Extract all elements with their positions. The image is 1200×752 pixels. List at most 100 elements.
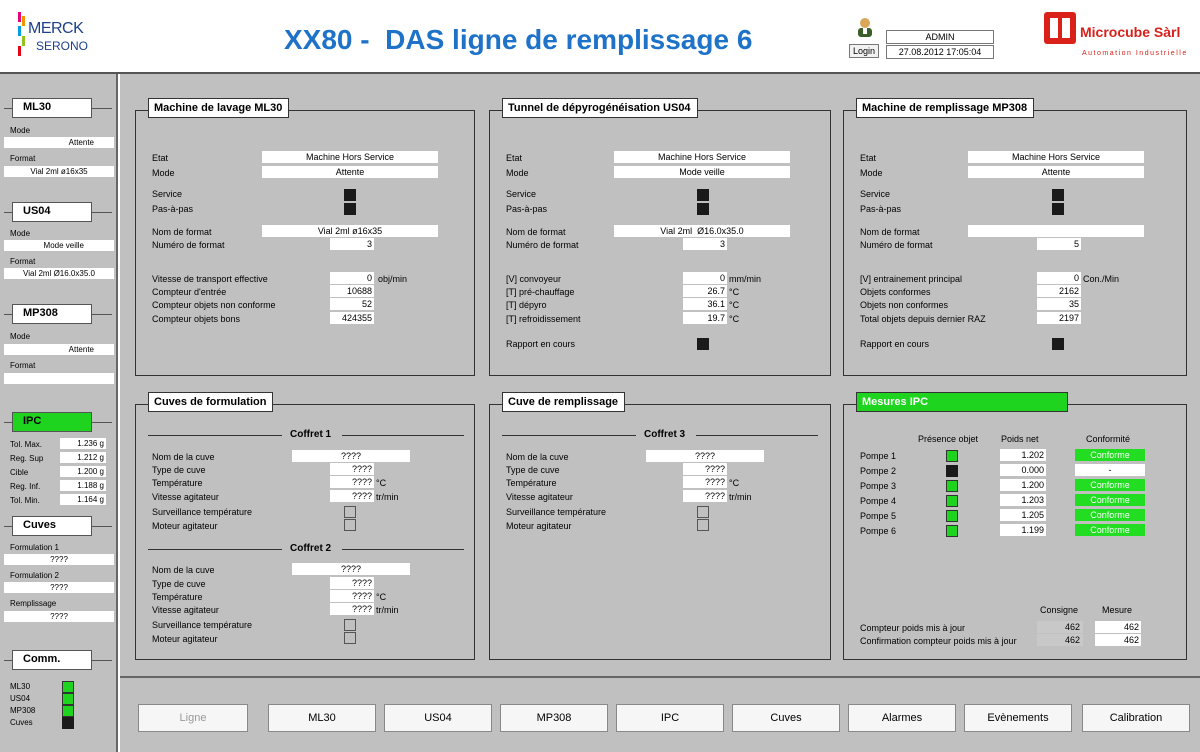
ipc-header-conformite: Conformité xyxy=(1086,434,1131,444)
ipc-cible-value: 1.200 g xyxy=(60,466,106,477)
c1-temp: ???? xyxy=(330,476,374,488)
ml30-etat-label: Etat xyxy=(152,153,169,163)
current-user: ADMIN xyxy=(886,30,994,44)
c3-temp: ???? xyxy=(683,476,727,488)
sidebar-us04-title: US04 xyxy=(12,202,92,222)
nav-ml30-button[interactable]: ML30 xyxy=(268,704,376,732)
ipc-cp-consigne: 462 xyxy=(1037,621,1083,633)
mp308-mode-label: Mode xyxy=(860,168,883,178)
mp308-rap-label: Rapport en cours xyxy=(860,339,930,349)
sidebar-mp308-format xyxy=(4,373,114,384)
nav-us04-button[interactable]: US04 xyxy=(384,704,492,732)
coffret2-title: Coffret 2 xyxy=(290,543,332,554)
ml30-cnc-label: Compteur objets non conforme xyxy=(152,300,276,310)
nav-separator xyxy=(120,676,1200,678)
c2-nom: ???? xyxy=(292,563,410,575)
nav-calibration-button[interactable]: Calibration xyxy=(1082,704,1190,732)
pump1-label: Pompe 1 xyxy=(860,451,897,461)
comm-cuves-status-icon xyxy=(62,717,74,729)
comm-ml30-status-icon xyxy=(62,681,74,693)
sidebar-us04-mode: Mode veille xyxy=(4,240,114,251)
sidebar: ML30 Mode Attente Format Vial 2ml ø16x35… xyxy=(0,74,118,752)
c3-nom: ???? xyxy=(646,450,764,462)
pump6-label: Pompe 6 xyxy=(860,526,897,536)
pump5-conformite: Conforme xyxy=(1075,509,1145,521)
nav-evenements-button[interactable]: Evènements xyxy=(964,704,1072,732)
c1-type-label: Type de cuve xyxy=(152,465,206,475)
c1-type: ???? xyxy=(330,463,374,475)
brand-name: Microcube Sàrl xyxy=(1080,24,1181,40)
mp308-etat-label: Etat xyxy=(860,153,877,163)
ipc-cp-label: Compteur poids mis à jour xyxy=(860,623,966,633)
pump3-label: Pompe 3 xyxy=(860,481,897,491)
nav-mp308-button[interactable]: MP308 xyxy=(500,704,608,732)
us04-mode: Mode veille xyxy=(614,166,790,178)
ml30-nomf-label: Nom de format xyxy=(152,227,212,237)
comm-us04-label: US04 xyxy=(10,694,31,703)
panel-mesures-ipc-title: Mesures IPC xyxy=(856,392,1068,412)
ipc-conf-label: Confirmation compteur poids mis à jour xyxy=(860,636,1017,646)
ipc-cp-mesure: 462 xyxy=(1095,621,1141,633)
nav-ipc-button[interactable]: IPC xyxy=(616,704,724,732)
comm-mp308-status-icon xyxy=(62,705,74,717)
c1-nom: ???? xyxy=(292,450,410,462)
sidebar-us04-format-label: Format xyxy=(10,257,36,266)
merck-wordmark: MERCK xyxy=(28,20,84,37)
panel-us04-title: Tunnel de dépyrogénéisation US04 xyxy=(502,98,698,118)
us04-rap-label: Rapport en cours xyxy=(506,339,576,349)
mp308-service-label: Service xyxy=(860,189,891,199)
mp308-onc-label: Objets non conformes xyxy=(860,300,949,310)
c1-vit: ???? xyxy=(330,490,374,502)
pump3-poids: 1.200 xyxy=(1000,479,1046,491)
sidebar-mp308-title: MP308 xyxy=(12,304,92,324)
c2-temp-label: Température xyxy=(152,592,203,602)
nav-ligne-button[interactable]: Ligne xyxy=(138,704,248,732)
c2-type-label: Type de cuve xyxy=(152,579,206,589)
ml30-nomf: Vial 2ml ø16x35 xyxy=(262,225,438,237)
ml30-numf: 3 xyxy=(330,238,374,250)
brand-subtitle: Automation Industrielle xyxy=(1082,50,1188,57)
header: MERCK SERONO XX80 - DAS ligne de remplis… xyxy=(0,0,1200,72)
c3-temp-unit: °C xyxy=(729,478,740,488)
pump1-poids: 1.202 xyxy=(1000,449,1046,461)
mp308-ent-unit: Con./Min xyxy=(1083,274,1120,284)
pump2-presence-indicator xyxy=(946,465,958,477)
us04-dep-unit: °C xyxy=(729,300,740,310)
us04-service-indicator xyxy=(697,189,709,201)
c3-vit: ???? xyxy=(683,490,727,502)
ml30-cob: 424355 xyxy=(330,312,374,324)
ipc-cible-label: Cible xyxy=(10,468,29,477)
us04-etat: Machine Hors Service xyxy=(614,151,790,163)
sidebar-comm-title: Comm. xyxy=(12,650,92,670)
ml30-pap-label: Pas-à-pas xyxy=(152,204,194,214)
sidebar-mp308-format-label: Format xyxy=(10,361,36,370)
nav-cuves-button[interactable]: Cuves xyxy=(732,704,840,732)
sidebar-f2-label: Formulation 2 xyxy=(10,571,59,580)
c1-surv-checkbox xyxy=(344,506,356,518)
c1-mot-checkbox xyxy=(344,519,356,531)
panel-cuves-formulation-title: Cuves de formulation xyxy=(148,392,274,412)
ml30-cnc: 52 xyxy=(330,298,374,310)
nav-alarmes-button[interactable]: Alarmes xyxy=(848,704,956,732)
mp308-numf-label: Numéro de format xyxy=(860,240,933,250)
us04-pre-unit: °C xyxy=(729,287,740,297)
mp308-pap-indicator xyxy=(1052,203,1064,215)
login-button[interactable]: Login xyxy=(849,44,879,58)
pump3-conformite: Conforme xyxy=(1075,479,1145,491)
sidebar-ipc-title: IPC xyxy=(12,412,92,432)
us04-nomf-label: Nom de format xyxy=(506,227,566,237)
pump1-presence-indicator xyxy=(946,450,958,462)
mp308-etat: Machine Hors Service xyxy=(968,151,1144,163)
comm-ml30-label: ML30 xyxy=(10,682,31,691)
pump4-presence-indicator xyxy=(946,495,958,507)
sidebar-ml30-format: Vial 2ml ø16x35 xyxy=(4,166,114,177)
mp308-ent: 0 xyxy=(1037,272,1081,284)
sidebar-f1-label: Formulation 1 xyxy=(10,543,59,552)
c1-vit-label: Vitesse agitateur xyxy=(152,492,219,502)
us04-ref-label: [T] refroidissement xyxy=(506,314,581,324)
ml30-mode: Attente xyxy=(262,166,438,178)
ipc-reginf-value: 1.188 g xyxy=(60,480,106,491)
ml30-etat: Machine Hors Service xyxy=(262,151,438,163)
pump5-presence-indicator xyxy=(946,510,958,522)
us04-service-label: Service xyxy=(506,189,537,199)
